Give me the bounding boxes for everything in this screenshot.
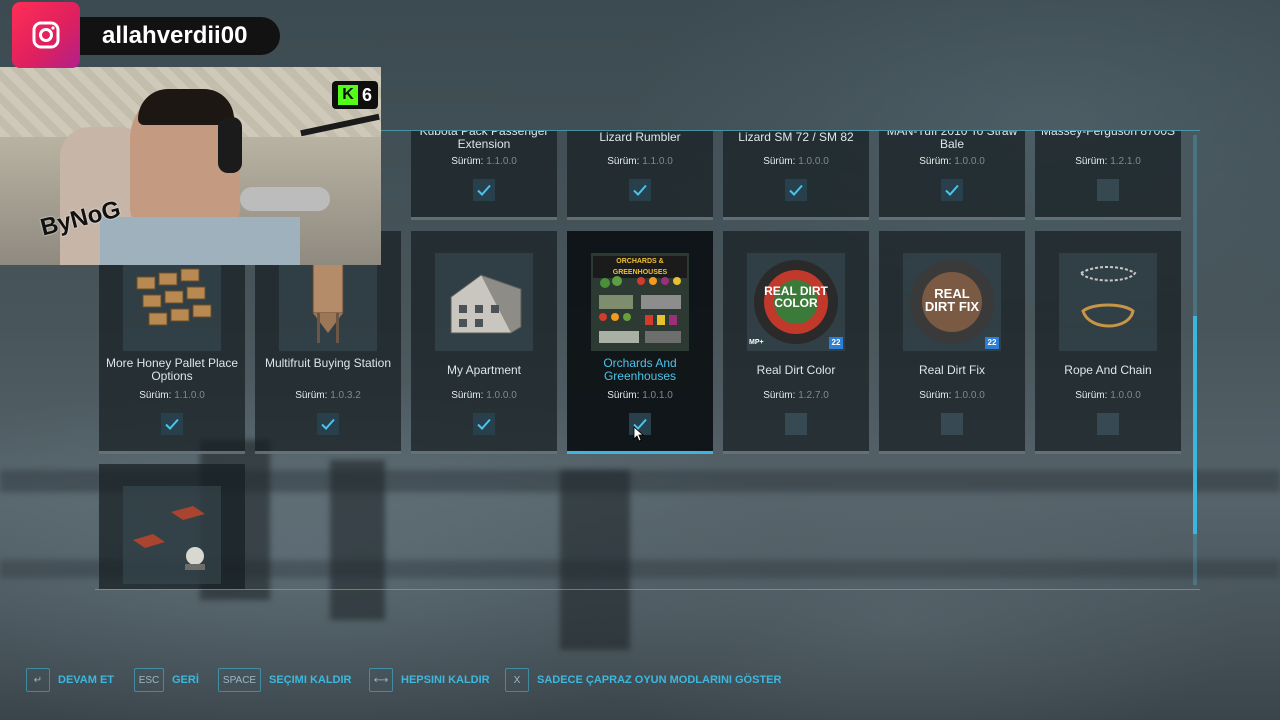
enable-checkbox[interactable] <box>1097 413 1119 435</box>
mod-thumbnail <box>123 253 221 351</box>
hint-deselect-all[interactable]: ⟷ HEPSINI KALDIR <box>369 668 490 692</box>
mod-version: Sürüm: 1.0.0.0 <box>763 156 829 167</box>
checkmark-icon <box>945 184 959 196</box>
hint-continue[interactable]: ↵ DEVAM ET <box>26 668 114 692</box>
mod-thumbnail: ORCHARDS & GREENHOUSES <box>591 253 689 351</box>
instagram-icon <box>32 21 60 49</box>
enable-checkbox[interactable] <box>941 413 963 435</box>
mod-card[interactable] <box>99 464 245 589</box>
rope-chain-icon <box>1079 266 1137 328</box>
mod-name: My Apartment <box>446 363 522 377</box>
mod-version: Sürüm: 1.2.7.0 <box>763 390 829 401</box>
enable-checkbox[interactable] <box>473 413 495 435</box>
hint-label: DEVAM ET <box>58 674 115 686</box>
webcam-overlay: ByNoG <box>0 67 381 265</box>
kick-viewer-count: 6 <box>361 84 372 105</box>
mod-thumbnail <box>123 486 221 584</box>
mod-card[interactable]: Lizard Rumbler Sürüm: 1.1.0.0 <box>567 130 713 220</box>
mod-thumbnail <box>279 253 377 351</box>
mod-card[interactable]: MAN-Tuff 2010 To Straw Bale Sürüm: 1.0.0… <box>879 130 1025 220</box>
enable-checkbox[interactable] <box>1097 179 1119 201</box>
mod-version: Sürüm: 1.0.3.2 <box>295 390 361 401</box>
enable-checkbox[interactable] <box>785 413 807 435</box>
mod-card[interactable]: REAL DIRT FIX 22 Real Dirt Fix Sürüm: 1.… <box>879 231 1025 454</box>
enable-checkbox[interactable] <box>785 179 807 201</box>
enable-checkbox[interactable] <box>941 179 963 201</box>
webcam-shirt <box>100 217 300 265</box>
mod-card[interactable]: REAL DIRT COLOR MP+ 22 Real Dirt Color S… <box>723 231 869 454</box>
mod-name: Multifruit Buying Station <box>264 356 392 370</box>
scrollbar-thumb[interactable] <box>1193 316 1197 534</box>
mod-version: Sürüm: 1.0.0.0 <box>919 390 985 401</box>
mod-thumbnail: REAL DIRT FIX 22 <box>903 253 1001 351</box>
space-key-icon: SPACE <box>218 668 261 692</box>
mod-version: Sürüm: 1.0.0.0 <box>919 156 985 167</box>
mp-badge: MP+ <box>749 339 764 346</box>
mod-name: Orchards And Greenhouses <box>603 356 677 383</box>
enable-checkbox[interactable] <box>629 179 651 201</box>
mod-name: MAN-Tuff 2010 To Straw Bale <box>886 130 1018 151</box>
mod-name: Lizard Rumbler <box>599 130 681 144</box>
mod-name: More Honey Pallet Place Options <box>105 356 239 383</box>
hint-label: SADECE ÇAPRAZ OYUN MODLARINI GÖSTER <box>537 674 782 686</box>
checkmark-icon <box>477 184 491 196</box>
mod-thumbnail <box>435 253 533 351</box>
enable-checkbox[interactable] <box>473 179 495 201</box>
checkmark-icon <box>633 184 647 196</box>
instagram-handle: allahverdii00 <box>102 22 248 49</box>
hint-label: GERİ <box>172 674 199 686</box>
mod-card-selected[interactable]: ORCHARDS & GREENHOUSES Orchards And Gree… <box>567 231 713 454</box>
x-key-icon: X <box>505 668 529 692</box>
enable-checkbox[interactable] <box>161 413 183 435</box>
checkmark-icon <box>477 418 491 430</box>
webcam-headphones <box>218 117 242 173</box>
checkmark-icon <box>789 184 803 196</box>
mod-card[interactable]: Rope And Chain Sürüm: 1.0.0.0 <box>1035 231 1181 454</box>
webcam-microphone <box>240 187 330 211</box>
mod-version: Sürüm: 1.1.0.0 <box>139 390 205 401</box>
mouse-cursor-icon <box>633 426 645 442</box>
real-dirt-fix-label: REAL DIRT FIX <box>924 286 980 314</box>
mod-name: Rope And Chain <box>1064 363 1152 377</box>
instagram-logo <box>12 2 80 68</box>
mod-card[interactable]: Massey-Ferguson 8700S Sürüm: 1.2.1.0 <box>1035 130 1181 220</box>
mod-version: Sürüm: 1.0.1.0 <box>607 390 673 401</box>
silo-icon <box>312 262 344 343</box>
mod-version: Sürüm: 1.0.0.0 <box>1075 390 1141 401</box>
enter-key-icon: ↵ <box>26 668 50 692</box>
mod-card[interactable]: Lizard SM 72 / SM 82 Sürüm: 1.0.0.0 <box>723 130 869 220</box>
hint-back[interactable]: ESC GERİ <box>134 668 199 692</box>
mod-name: Massey-Ferguson 8700S <box>1040 130 1176 138</box>
mod-card[interactable]: My Apartment Sürüm: 1.0.0.0 <box>411 231 557 454</box>
esc-key-icon: ESC <box>134 668 164 692</box>
arrows-key-icon: ⟷ <box>369 668 393 692</box>
mod-version: Sürüm: 1.1.0.0 <box>451 156 517 167</box>
hint-label: HEPSINI KALDIR <box>401 674 490 686</box>
enable-checkbox[interactable] <box>317 413 339 435</box>
real-dirt-color-label: REAL DIRT COLOR <box>764 284 828 310</box>
mod-thumbnail: REAL DIRT COLOR MP+ 22 <box>747 253 845 351</box>
checkmark-icon <box>321 418 335 430</box>
mod-version: Sürüm: 1.1.0.0 <box>607 156 673 167</box>
mod-thumbnail <box>1059 253 1157 351</box>
shed-icon <box>133 506 205 570</box>
mod-card[interactable]: Kubota Pack Passenger Extension Sürüm: 1… <box>411 130 557 220</box>
checkmark-icon <box>165 418 179 430</box>
orchard-icon <box>599 276 681 343</box>
mod-name: Lizard SM 72 / SM 82 <box>738 130 854 144</box>
hint-crossplay-filter[interactable]: X SADECE ÇAPRAZ OYUN MODLARINI GÖSTER <box>505 668 781 692</box>
mod-version: Sürüm: 1.0.0.0 <box>451 390 517 401</box>
building-icon <box>450 274 522 334</box>
hint-label: SEÇIMI KALDIR <box>269 674 352 686</box>
pallet-icon <box>136 268 212 326</box>
hint-deselect[interactable]: SPACE SEÇIMI KALDIR <box>218 668 352 692</box>
mod-version: Sürüm: 1.2.1.0 <box>1075 156 1141 167</box>
fs22-badge: 22 <box>829 337 843 349</box>
mod-name: Real Dirt Color <box>756 363 836 377</box>
kick-viewer-badge: K 6 <box>332 81 378 109</box>
mod-name: Kubota Pack Passenger Extension <box>419 130 549 151</box>
kick-logo-icon: K <box>337 85 358 105</box>
fs22-badge: 22 <box>985 337 999 349</box>
mod-name: Real Dirt Fix <box>918 363 985 377</box>
